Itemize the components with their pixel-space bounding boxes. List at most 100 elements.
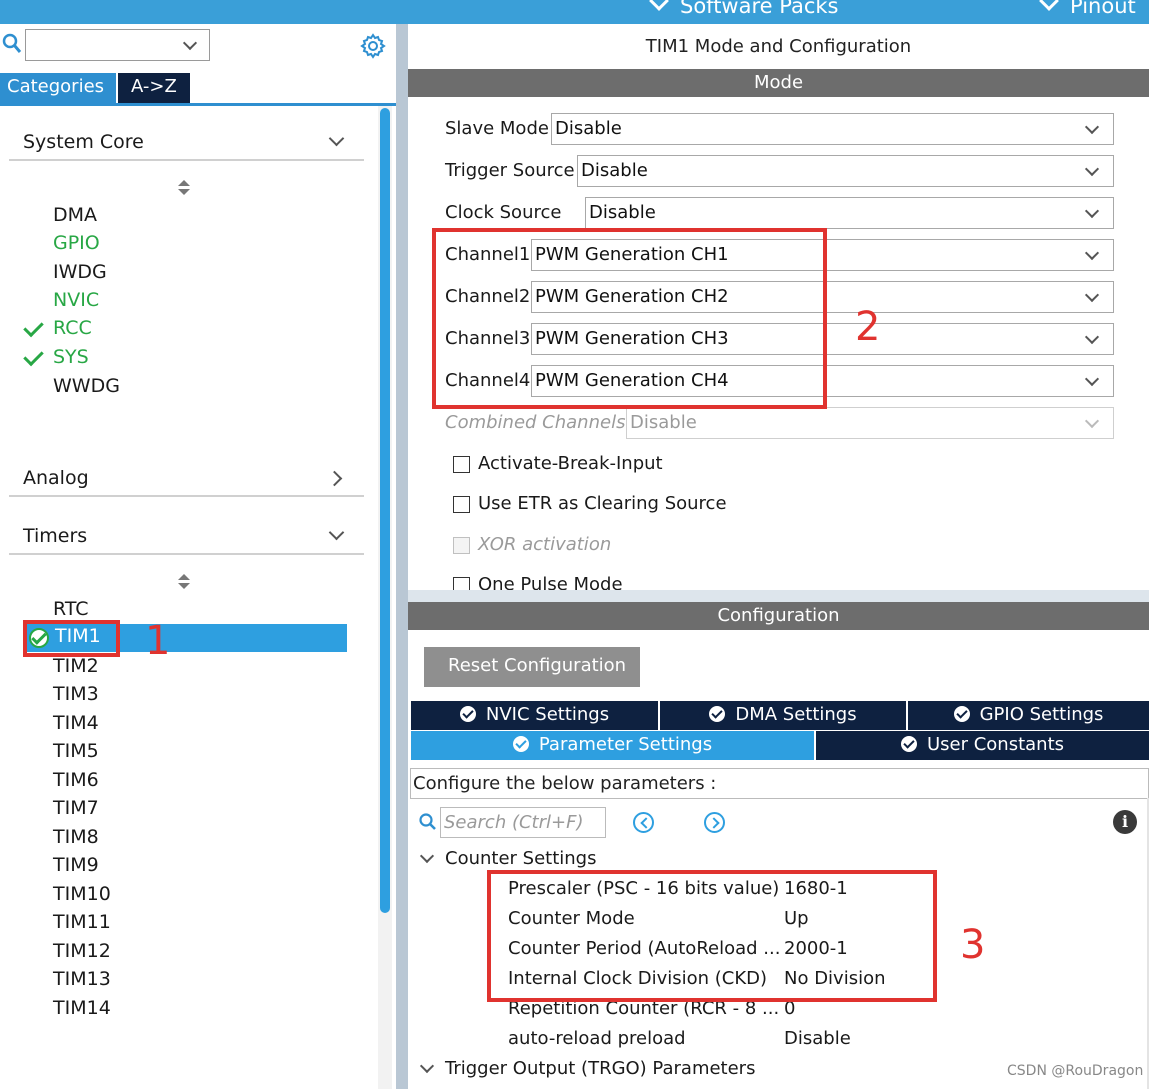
next-match-icon[interactable]	[704, 812, 725, 833]
search-icon[interactable]	[2, 33, 22, 55]
tree-item-rcc[interactable]: RCC	[53, 317, 92, 339]
chevron-down-icon	[328, 130, 345, 147]
check-icon	[26, 322, 44, 334]
category-label: Analog	[23, 467, 89, 489]
software-packs-menu[interactable]: Software Packs	[649, 0, 838, 18]
tree-item-tim10[interactable]: TIM10	[53, 883, 111, 905]
param-auto-reload-value[interactable]: Disable	[784, 1028, 851, 1049]
tree-item-rtc[interactable]: RTC	[53, 598, 89, 620]
slave-mode-select[interactable]: Disable	[551, 113, 1114, 145]
check-circle-icon	[512, 736, 529, 752]
tab-a-to-z[interactable]: A->Z	[118, 73, 190, 103]
tree-item-tim6[interactable]: TIM6	[53, 769, 99, 791]
clock-source-select[interactable]: Disable	[585, 197, 1114, 229]
previous-match-icon[interactable]	[633, 812, 654, 833]
tree-item-tim11[interactable]: TIM11	[53, 911, 111, 933]
search-icon[interactable]	[418, 812, 438, 832]
chevron-down-icon	[1084, 287, 1100, 303]
tree-item-iwdg[interactable]: IWDG	[53, 261, 107, 283]
search-combo[interactable]	[25, 29, 210, 61]
chevron-down-icon	[1084, 329, 1100, 345]
use-etr-label[interactable]: Use ETR as Clearing Source	[478, 493, 727, 514]
category-analog[interactable]: Analog	[9, 461, 364, 497]
tree-item-nvic[interactable]: NVIC	[53, 289, 99, 311]
group-counter-settings[interactable]: Counter Settings	[445, 848, 596, 869]
tree-item-tim3[interactable]: TIM3	[53, 683, 99, 705]
category-timers[interactable]: Timers	[9, 519, 364, 555]
annotation-box-3	[487, 870, 937, 1002]
tree-item-tim2[interactable]: TIM2	[53, 655, 99, 677]
activate-break-input-label[interactable]: Activate-Break-Input	[478, 453, 663, 474]
tree-item-tim9[interactable]: TIM9	[53, 854, 99, 876]
tab-nvic-settings[interactable]: NVIC Settings	[411, 701, 658, 730]
xor-activation-label: XOR activation	[478, 534, 612, 555]
section-splitter[interactable]	[408, 590, 1149, 602]
annotation-number-2: 2	[855, 304, 881, 350]
chevron-down-icon	[1084, 413, 1100, 429]
chevron-right-icon	[326, 470, 343, 487]
tree-item-tim4[interactable]: TIM4	[53, 712, 99, 734]
top-banner: Software Packs Pinout	[0, 0, 1149, 24]
check-circle-icon	[709, 706, 726, 722]
tree-item-tim13[interactable]: TIM13	[53, 968, 111, 990]
reset-configuration-button[interactable]: Reset Configuration	[424, 647, 640, 687]
chevron-down-icon	[1084, 245, 1100, 261]
tab-gpio-settings[interactable]: GPIO Settings	[908, 701, 1149, 730]
chevron-down-icon	[1084, 119, 1100, 135]
category-system-core[interactable]: System Core	[9, 125, 364, 161]
annotation-box-2	[432, 228, 827, 409]
group-trigger-output[interactable]: Trigger Output (TRGO) Parameters	[445, 1058, 755, 1079]
check-circle-icon	[900, 736, 917, 752]
annotation-box-1	[23, 620, 120, 657]
left-scrollbar-thumb[interactable]	[380, 108, 390, 913]
combined-channels-label: Combined Channels	[445, 412, 626, 433]
annotation-number-1: 1	[145, 618, 171, 664]
trigger-source-label: Trigger Source	[445, 160, 575, 181]
chevron-down-icon	[1039, 0, 1059, 11]
tab-categories[interactable]: Categories	[0, 73, 116, 103]
tab-user-constants[interactable]: User Constants	[816, 731, 1149, 760]
combined-channels-select: Disable	[626, 407, 1114, 439]
tree-item-gpio[interactable]: GPIO	[53, 232, 100, 254]
mode-section-header: Mode	[408, 69, 1149, 97]
chevron-down-icon	[1084, 203, 1100, 219]
chevron-down-icon[interactable]	[419, 848, 435, 864]
tab-parameter-settings[interactable]: Parameter Settings	[411, 731, 814, 760]
activate-break-input-checkbox[interactable]	[453, 456, 470, 473]
category-label: Timers	[23, 525, 88, 547]
gear-icon[interactable]	[360, 33, 386, 59]
tree-item-tim8[interactable]: TIM8	[53, 826, 99, 848]
chevron-down-icon	[182, 35, 198, 51]
parameter-search-input[interactable]: Search (Ctrl+F)	[440, 807, 606, 838]
tree-item-dma[interactable]: DMA	[53, 204, 97, 226]
configuration-section-header: Configuration	[408, 602, 1149, 630]
info-icon[interactable]: i	[1113, 810, 1137, 834]
tab-dma-settings[interactable]: DMA Settings	[660, 701, 906, 730]
tree-item-sys[interactable]: SYS	[53, 346, 89, 368]
chevron-down-icon	[328, 524, 345, 541]
chevron-down-icon	[1084, 161, 1100, 177]
page-title: TIM1 Mode and Configuration	[645, 36, 912, 57]
panel-splitter[interactable]	[396, 24, 408, 1089]
check-icon	[26, 351, 44, 363]
tree-item-tim5[interactable]: TIM5	[53, 740, 99, 762]
use-etr-checkbox[interactable]	[453, 496, 470, 513]
chevron-down-icon	[1084, 371, 1100, 387]
tree-item-tim12[interactable]: TIM12	[53, 940, 111, 962]
sort-icon[interactable]	[178, 180, 190, 196]
trigger-source-select[interactable]: Disable	[577, 155, 1114, 187]
check-circle-icon	[459, 706, 476, 722]
watermark: CSDN @RouDragon	[1007, 1063, 1144, 1079]
check-circle-icon	[953, 706, 970, 722]
tree-item-tim14[interactable]: TIM14	[53, 997, 111, 1019]
tree-item-wwdg[interactable]: WWDG	[53, 375, 120, 397]
sort-icon[interactable]	[178, 574, 190, 590]
param-auto-reload-name[interactable]: auto-reload preload	[508, 1028, 686, 1049]
pinout-menu[interactable]: Pinout	[1039, 0, 1136, 18]
chevron-down-icon[interactable]	[419, 1058, 435, 1074]
parameters-hint: Configure the below parameters :	[410, 768, 1149, 799]
chevron-down-icon	[649, 0, 669, 11]
tree-item-tim7[interactable]: TIM7	[53, 797, 99, 819]
xor-activation-checkbox	[453, 537, 470, 554]
tab-underline	[0, 103, 396, 106]
